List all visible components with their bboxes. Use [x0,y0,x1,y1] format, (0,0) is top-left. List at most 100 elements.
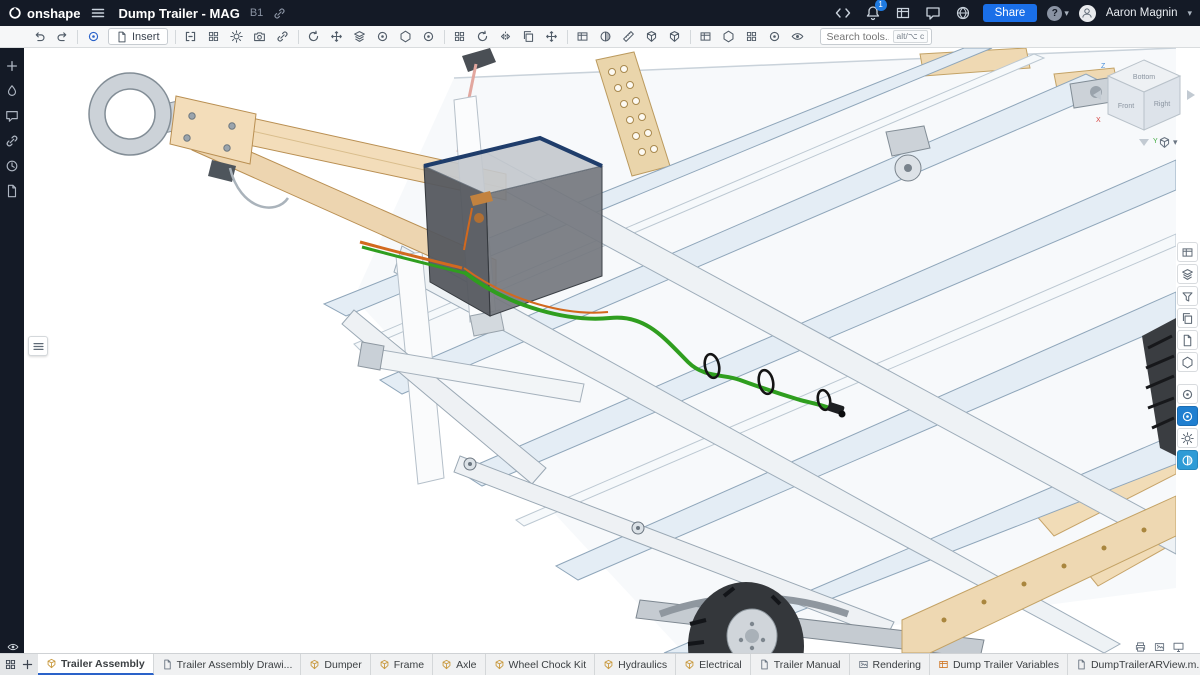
view-cube-right-label: Right [1154,101,1170,108]
custom-tables-panel-icon[interactable] [1177,308,1198,328]
notes-icon[interactable] [3,182,21,200]
view-cube[interactable]: Bottom Front Right Z X Y [1093,54,1195,146]
linear-pattern-icon[interactable] [449,28,471,46]
revolute-mate-icon[interactable] [303,28,325,46]
pin-slot-mate-icon[interactable] [395,28,417,46]
undo-button[interactable] [28,28,50,46]
linked-documents-icon[interactable] [3,132,21,150]
version-label[interactable]: B1 [250,7,263,19]
tab-trailer-assembly[interactable]: Trailer Assembly [38,654,154,675]
analysis-panel-icon[interactable] [1177,428,1198,448]
interference-icon[interactable] [664,28,686,46]
tab-axle[interactable]: Axle [433,654,485,675]
app-header: onshape Dump Trailer - MAG B1 1 Share ? … [0,0,1200,26]
tab-dump-trailer-variables[interactable]: Dump Trailer Variables [930,654,1068,675]
view-cube-left-arrow[interactable] [1093,90,1101,100]
view-cube-right-arrow[interactable] [1187,90,1195,100]
explode-view-icon[interactable] [541,28,563,46]
tab-dumptrailerarview[interactable]: DumpTrailerARView.m... [1068,654,1200,675]
notifications-icon[interactable]: 1 [863,3,883,23]
insert-button[interactable]: Insert [108,28,168,45]
learning-center-icon[interactable] [953,3,973,23]
tab-electrical[interactable]: Electrical [676,654,751,675]
share-button[interactable]: Share [983,4,1038,22]
redo-button[interactable] [51,28,73,46]
document-title[interactable]: Dump Trailer - MAG [118,6,239,21]
api-code-icon[interactable] [833,3,853,23]
user-avatar[interactable] [1079,5,1096,22]
mirror-icon[interactable] [495,28,517,46]
edit-in-context-icon[interactable] [82,28,104,46]
section-view-icon[interactable] [595,28,617,46]
print-icon[interactable] [1134,641,1147,653]
tab-manager-icon[interactable] [4,658,17,671]
circular-pattern-icon[interactable] [472,28,494,46]
logo-text: onshape [27,6,80,21]
tab-dumper[interactable]: Dumper [301,654,370,675]
trailer-model[interactable] [24,48,1176,653]
mate-icon[interactable] [180,28,202,46]
simulation-panel-icon[interactable] [1177,450,1198,470]
frame-tool-icon[interactable] [718,28,740,46]
comments-panel-icon[interactable] [3,107,21,125]
toolbar-separator [175,30,176,44]
graphics-viewport[interactable] [24,48,1176,653]
left-sidebar [0,26,24,653]
slider-mate-icon[interactable] [326,28,348,46]
user-name[interactable]: Aaron Magnin [1106,7,1178,19]
relations-icon[interactable] [226,28,248,46]
document-link-icon[interactable] [273,7,286,20]
tab-label: Trailer Assembly Drawi... [177,659,293,671]
selection-panel-icon[interactable] [1177,406,1198,426]
mass-properties-icon[interactable] [641,28,663,46]
view-cube-down-arrow[interactable] [1139,139,1149,146]
properties-panel-icon[interactable] [1177,330,1198,350]
tab-trailer-assembly-drawing[interactable]: Trailer Assembly Drawi... [154,654,302,675]
material-panel-icon[interactable] [1177,352,1198,372]
cylindrical-mate-icon[interactable] [372,28,394,46]
search-tools-input[interactable] [827,31,889,43]
help-caret-icon: ▾ [1064,8,1069,19]
main-menu-icon[interactable] [90,5,106,21]
history-icon[interactable] [3,157,21,175]
measure-panel-icon[interactable] [1177,384,1198,404]
view-options-caret-icon: ▾ [1173,137,1178,148]
add-tab-icon[interactable] [21,658,34,671]
display-states-icon[interactable] [787,28,809,46]
comments-icon[interactable] [923,3,943,23]
fullscreen-icon[interactable] [1172,641,1185,653]
tab-label: Trailer Assembly [61,658,145,670]
toolbar-separator [690,30,691,44]
tab-wheel-chock-kit[interactable]: Wheel Chock Kit [486,654,596,675]
named-positions-icon[interactable] [572,28,594,46]
ball-mate-icon[interactable] [418,28,440,46]
measure-icon[interactable] [618,28,640,46]
tab-rendering[interactable]: Rendering [850,654,930,675]
configurations-panel-icon[interactable] [1177,264,1198,284]
instances-panel-toggle[interactable] [28,336,48,356]
follow-mode-icon[interactable] [3,57,21,75]
fastened-mate-icon[interactable] [272,28,294,46]
help-menu[interactable]: ? ▾ [1047,6,1069,21]
group-icon[interactable] [203,28,225,46]
replicate-icon[interactable] [518,28,540,46]
filter-panel-icon[interactable] [1177,286,1198,306]
appearance-icon[interactable] [3,82,21,100]
snapshot-image-icon[interactable] [1153,641,1166,653]
onshape-logo[interactable]: onshape [8,6,80,21]
notification-badge: 1 [875,0,887,11]
weldment-icon[interactable] [741,28,763,46]
tube-tool-icon[interactable] [764,28,786,46]
search-tools[interactable]: alt/⌥ c [820,28,933,45]
user-menu-caret-icon[interactable]: ▾ [1187,8,1192,19]
snapshot-icon[interactable] [249,28,271,46]
custom-tables-icon[interactable] [893,3,913,23]
bom-icon[interactable] [695,28,717,46]
view-indicator-icon[interactable] [4,640,22,654]
view-options-button[interactable]: ▾ [1158,136,1178,149]
bom-panel-icon[interactable] [1177,242,1198,262]
tab-frame[interactable]: Frame [371,654,433,675]
tab-trailer-manual[interactable]: Trailer Manual [751,654,850,675]
planar-mate-icon[interactable] [349,28,371,46]
tab-hydraulics[interactable]: Hydraulics [595,654,676,675]
